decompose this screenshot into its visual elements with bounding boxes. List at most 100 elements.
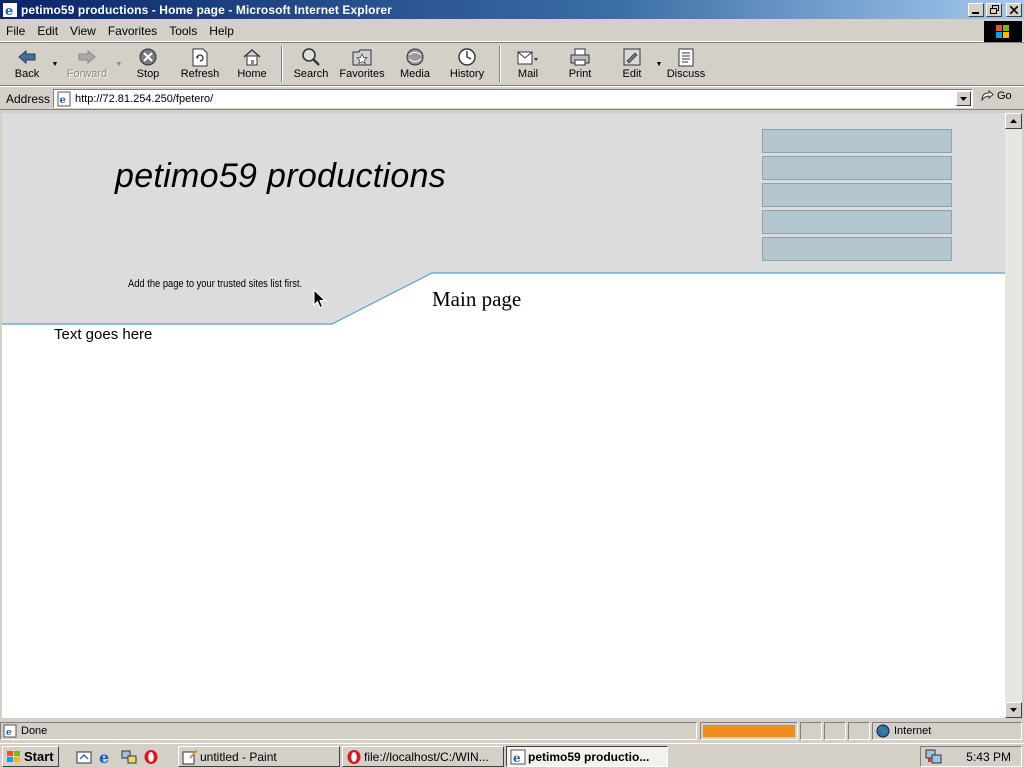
status-panel <box>800 722 822 740</box>
back-arrow-icon <box>18 50 36 64</box>
edit-icon <box>623 48 641 66</box>
edit-dropdown-icon[interactable]: ▼ <box>654 44 664 84</box>
chevron-down-icon <box>960 96 967 101</box>
security-zone-panel: Internet <box>872 722 1022 740</box>
nav-link-3[interactable] <box>762 183 952 207</box>
zone-label: Internet <box>894 725 932 737</box>
task-label: untitled - Paint <box>200 749 277 764</box>
page-done-icon: e <box>3 724 17 738</box>
opera-icon <box>347 749 361 764</box>
mail-button[interactable]: Mail <box>506 44 550 84</box>
toolbar-separator <box>281 46 283 82</box>
edit-label: Edit <box>622 68 642 80</box>
back-button[interactable]: Back <box>4 44 50 84</box>
home-button[interactable]: Home <box>228 44 276 84</box>
favorites-button[interactable]: Favorites <box>334 44 390 84</box>
scroll-down-button[interactable] <box>1005 702 1022 718</box>
quicklaunch-desktop-icon[interactable] <box>75 748 93 766</box>
go-label: Go <box>997 90 1012 102</box>
site-title: petimo59 productions <box>115 157 447 195</box>
print-icon <box>570 48 590 66</box>
stop-icon <box>139 48 157 66</box>
discuss-button[interactable]: Discuss <box>664 44 708 84</box>
body-text: Text goes here <box>54 326 153 343</box>
svg-text:e: e <box>513 751 521 765</box>
close-button[interactable] <box>1006 2 1022 17</box>
window-title: petimo59 productions - Home page - Micro… <box>21 2 392 17</box>
chevron-up-icon <box>1010 119 1017 123</box>
mouse-pointer-icon <box>313 289 327 309</box>
menu-bar: File Edit View Favorites Tools Help <box>0 20 1024 42</box>
taskbar-button-ie[interactable]: e petimo59 productio... <box>506 746 668 767</box>
back-label: Back <box>14 68 40 80</box>
minimize-button[interactable] <box>968 2 984 17</box>
chevron-down-icon <box>1010 708 1017 712</box>
network-tray-icon[interactable] <box>925 749 943 765</box>
taskbar-button-paint[interactable]: untitled - Paint <box>178 746 340 767</box>
refresh-icon <box>192 48 208 66</box>
clock[interactable]: 5:43 PM <box>966 750 1011 764</box>
status-text-panel: e Done <box>0 722 697 740</box>
start-button[interactable]: Start <box>2 746 59 767</box>
restore-icon <box>989 5 999 14</box>
nav-link-1[interactable] <box>762 129 952 153</box>
status-bar: e Done Internet <box>0 721 1024 741</box>
svg-text:e: e <box>99 749 109 765</box>
menu-edit[interactable]: Edit <box>33 24 64 38</box>
nav-link-2[interactable] <box>762 156 952 180</box>
forward-arrow-icon <box>78 50 96 64</box>
media-icon <box>406 48 424 66</box>
nav-link-4[interactable] <box>762 210 952 234</box>
forward-button[interactable]: Forward <box>60 44 114 84</box>
progress-bar <box>700 722 798 740</box>
nav-link-5[interactable] <box>762 237 952 261</box>
address-dropdown-button[interactable] <box>956 91 971 106</box>
forward-dropdown-icon[interactable]: ▼ <box>114 44 124 84</box>
vertical-scrollbar[interactable] <box>1005 113 1022 718</box>
print-label: Print <box>568 68 592 80</box>
browser-viewport[interactable]: petimo59 productions Add the page to you… <box>2 113 1005 718</box>
status-text: Done <box>21 725 48 737</box>
address-input[interactable]: e http://72.81.254.250/fpetero/ <box>53 89 973 108</box>
menu-help[interactable]: Help <box>205 24 240 38</box>
trusted-sites-notice: Add the page to your trusted sites list … <box>128 278 303 290</box>
standard-toolbar: Back ▼ Forward ▼ Stop Refresh Home Searc… <box>0 44 1024 86</box>
svg-text:e: e <box>60 95 66 106</box>
window-titlebar[interactable]: e petimo59 productions - Home page - Mic… <box>0 0 1024 19</box>
restore-button[interactable] <box>986 2 1002 17</box>
edit-button[interactable]: Edit <box>610 44 654 84</box>
print-button[interactable]: Print <box>550 44 610 84</box>
taskbar-button-opera[interactable]: file://localhost/C:/WIN... <box>342 746 504 767</box>
history-icon <box>458 48 476 66</box>
discuss-icon <box>678 48 694 66</box>
windows-flag-icon <box>7 750 20 762</box>
scroll-up-button[interactable] <box>1005 113 1022 129</box>
progress-fill <box>703 725 795 737</box>
menu-view[interactable]: View <box>66 24 102 38</box>
quicklaunch-ie-icon[interactable]: e <box>97 748 115 766</box>
go-button[interactable]: Go <box>980 90 1012 102</box>
back-dropdown-icon[interactable]: ▼ <box>50 44 60 84</box>
media-button[interactable]: Media <box>390 44 440 84</box>
task-label: petimo59 productio... <box>528 749 650 764</box>
stop-button[interactable]: Stop <box>124 44 172 84</box>
mail-label: Mail <box>517 68 539 80</box>
taskbar: Start e untitled - Paint file://localhos… <box>0 743 1024 768</box>
history-label: History <box>449 68 485 80</box>
history-button[interactable]: History <box>440 44 494 84</box>
refresh-button[interactable]: Refresh <box>172 44 228 84</box>
menu-favorites[interactable]: Favorites <box>104 24 163 38</box>
menu-file[interactable]: File <box>2 24 31 38</box>
home-label: Home <box>237 68 267 80</box>
discuss-label: Discuss <box>666 68 706 80</box>
quicklaunch-opera-icon[interactable] <box>142 748 160 766</box>
search-button[interactable]: Search <box>288 44 334 84</box>
paint-icon <box>182 748 198 764</box>
quicklaunch-network-icon[interactable] <box>120 748 138 766</box>
menu-tools[interactable]: Tools <box>165 24 203 38</box>
address-label: Address <box>6 91 51 106</box>
mail-icon <box>517 51 538 65</box>
page-heading: Main page <box>432 287 522 311</box>
task-label: file://localhost/C:/WIN... <box>364 749 489 764</box>
ie-icon: e <box>510 749 526 765</box>
